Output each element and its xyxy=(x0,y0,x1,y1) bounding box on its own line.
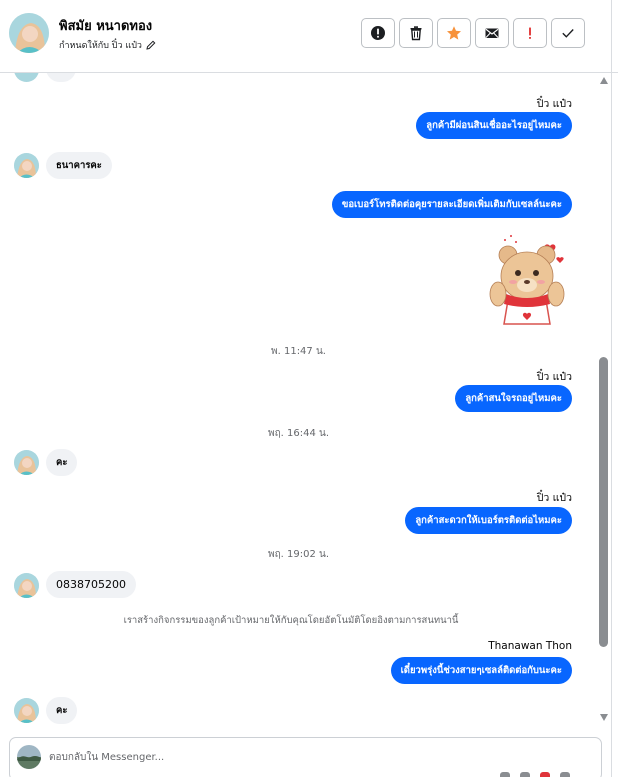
outgoing-message[interactable]: ลูกค้าสะดวกให้เบอร์ตรติดต่อไหมคะ xyxy=(405,507,572,534)
scroll-up-arrow-icon[interactable] xyxy=(600,77,608,84)
cropped-message xyxy=(0,73,597,83)
timestamp: พฤ. 16:44 น. xyxy=(267,428,329,439)
incoming-message[interactable]: คะ xyxy=(46,697,78,724)
scrollbar-thumb[interactable] xyxy=(599,357,608,647)
composer-actions xyxy=(500,772,570,777)
sender-name: Thanawan Thon xyxy=(488,640,572,652)
outgoing-message[interactable]: เดี๋ยวพรุ่งนี้ช่วงสายๆเซลล์ติดต่อกับนะคะ xyxy=(390,657,572,684)
attach-icon[interactable] xyxy=(500,772,510,777)
mark-done-button[interactable] xyxy=(551,18,585,48)
important-button[interactable] xyxy=(513,18,547,48)
like-icon[interactable] xyxy=(540,772,550,777)
bear-sticker[interactable] xyxy=(480,228,572,328)
contact-avatar[interactable] xyxy=(9,13,49,53)
delete-button[interactable] xyxy=(399,18,433,48)
reply-input[interactable]: ตอบกลับใน Messenger... xyxy=(49,750,164,765)
conversation-toolbar xyxy=(361,18,585,48)
trash-icon xyxy=(410,26,422,41)
assignee-row[interactable]: กำหนดให้กับ ปิ๋ว แป๋ว xyxy=(59,38,156,52)
contact-avatar-small[interactable] xyxy=(14,153,39,178)
incoming-message[interactable]: 0838705200 xyxy=(46,571,136,598)
conversation-header: พิสมัย หนาดทอง กำหนดให้กับ ปิ๋ว แป๋ว xyxy=(0,0,618,73)
reply-composer[interactable]: ตอบกลับใน Messenger... xyxy=(9,737,602,777)
timestamp: พ. 11:47 น. xyxy=(271,346,326,357)
contact-avatar-small[interactable] xyxy=(14,573,39,598)
message-scrollbar[interactable] xyxy=(597,73,611,725)
outgoing-message[interactable]: ขอเบอร์โทรติดต่อคุยรายละเอียดเพิ่มเติมกั… xyxy=(331,191,572,218)
sender-name: ปิ๋ว แป๋ว xyxy=(536,98,572,110)
star-button[interactable] xyxy=(437,18,471,48)
contact-name[interactable]: พิสมัย หนาดทอง xyxy=(59,15,152,36)
assignee-label: กำหนดให้กับ ปิ๋ว แป๋ว xyxy=(59,41,142,51)
timestamp: พฤ. 19:02 น. xyxy=(267,549,329,560)
outgoing-message[interactable]: ลูกค้าสนใจรถอยู่ไหมคะ xyxy=(455,385,572,412)
contact-avatar-small[interactable] xyxy=(14,698,39,723)
mark-spam-button[interactable] xyxy=(361,18,395,48)
sender-name: ปิ๋ว แป๋ว xyxy=(536,492,572,504)
panel-divider xyxy=(611,0,612,777)
page-avatar xyxy=(17,745,41,769)
more-icon[interactable] xyxy=(560,772,570,777)
alert-circle-icon xyxy=(371,26,385,40)
contact-avatar-small[interactable] xyxy=(14,450,39,475)
system-notice: เราสร้างกิจกรรมของลูกค้าเป้าหมายให้กับคุ… xyxy=(123,615,459,626)
outgoing-message[interactable]: ลูกค้ามีผ่อนสินเชื่ออะไรอยู่ไหมคะ xyxy=(416,112,572,139)
mark-unread-button[interactable] xyxy=(475,18,509,48)
incoming-message[interactable]: คะ xyxy=(46,449,78,476)
scroll-down-arrow-icon[interactable] xyxy=(600,714,608,721)
incoming-message[interactable]: ธนาคารคะ xyxy=(46,152,112,179)
exclamation-icon xyxy=(529,27,531,39)
star-icon xyxy=(447,26,461,40)
sender-name: ปิ๋ว แป๋ว xyxy=(536,371,572,383)
check-icon xyxy=(562,29,574,38)
pencil-icon[interactable] xyxy=(146,40,156,50)
envelope-icon xyxy=(485,28,499,38)
emoji-icon[interactable] xyxy=(520,772,530,777)
